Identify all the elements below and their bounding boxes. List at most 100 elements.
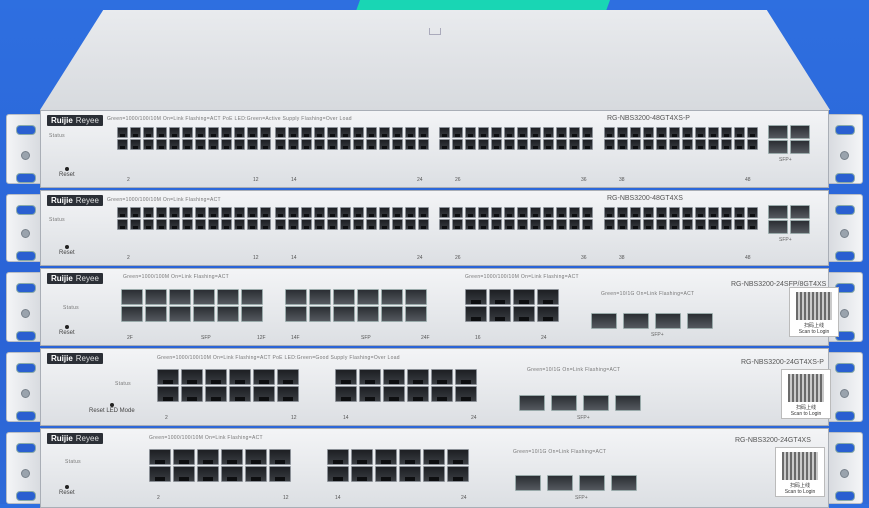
- rj45-port[interactable]: [117, 127, 128, 138]
- rj45-port[interactable]: [221, 207, 232, 218]
- rj45-port[interactable]: [169, 219, 180, 230]
- rj45-port[interactable]: [734, 139, 745, 150]
- rj45-port[interactable]: [208, 127, 219, 138]
- rj45-port[interactable]: [275, 139, 286, 150]
- sfp-port[interactable]: [768, 140, 788, 154]
- rj45-port[interactable]: [288, 207, 299, 218]
- sfp-port[interactable]: [333, 306, 355, 322]
- rj45-port[interactable]: [314, 127, 325, 138]
- rj45-port[interactable]: [439, 127, 450, 138]
- rj45-port[interactable]: [366, 219, 377, 230]
- rj45-port[interactable]: [353, 207, 364, 218]
- rj45-port[interactable]: [156, 207, 167, 218]
- rj45-port[interactable]: [314, 207, 325, 218]
- rj45-port[interactable]: [340, 207, 351, 218]
- rj45-port[interactable]: [695, 139, 706, 150]
- rj45-port[interactable]: [478, 219, 489, 230]
- rj45-port[interactable]: [418, 207, 429, 218]
- rj45-port[interactable]: [288, 139, 299, 150]
- rj45-port[interactable]: [530, 219, 541, 230]
- rj45-port[interactable]: [431, 369, 453, 385]
- sfp-port[interactable]: [309, 289, 331, 305]
- rj45-port[interactable]: [747, 207, 758, 218]
- rj45-port[interactable]: [327, 207, 338, 218]
- rj45-port[interactable]: [117, 139, 128, 150]
- rj45-port[interactable]: [439, 139, 450, 150]
- sfp-port[interactable]: [615, 395, 641, 411]
- rj45-port[interactable]: [351, 449, 373, 465]
- rj45-port[interactable]: [205, 386, 227, 402]
- rj45-port[interactable]: [143, 219, 154, 230]
- sfp-port[interactable]: [169, 306, 191, 322]
- rj45-port[interactable]: [392, 127, 403, 138]
- rj45-port[interactable]: [208, 139, 219, 150]
- sfp-port[interactable]: [357, 289, 379, 305]
- sfp-port[interactable]: [309, 306, 331, 322]
- sfp-port[interactable]: [768, 205, 788, 219]
- sfp-port[interactable]: [357, 306, 379, 322]
- rj45-port[interactable]: [260, 127, 271, 138]
- rj45-port[interactable]: [399, 466, 421, 482]
- rj45-port[interactable]: [195, 139, 206, 150]
- rj45-port[interactable]: [366, 127, 377, 138]
- rj45-port[interactable]: [582, 139, 593, 150]
- rj45-port[interactable]: [327, 127, 338, 138]
- rj45-port[interactable]: [247, 219, 258, 230]
- rj45-port[interactable]: [530, 139, 541, 150]
- rj45-port[interactable]: [253, 369, 275, 385]
- rj45-port[interactable]: [169, 127, 180, 138]
- rj45-port[interactable]: [327, 219, 338, 230]
- rj45-port[interactable]: [465, 139, 476, 150]
- rj45-port[interactable]: [379, 207, 390, 218]
- sfp-port[interactable]: [579, 475, 605, 491]
- rj45-port[interactable]: [288, 219, 299, 230]
- sfp-port[interactable]: [193, 306, 215, 322]
- rj45-port[interactable]: [366, 139, 377, 150]
- rj45-port[interactable]: [556, 139, 567, 150]
- rj45-port[interactable]: [379, 139, 390, 150]
- sfp-port[interactable]: [591, 313, 617, 329]
- rj45-port[interactable]: [392, 219, 403, 230]
- rj45-port[interactable]: [604, 219, 615, 230]
- rj45-port[interactable]: [447, 449, 469, 465]
- rj45-port[interactable]: [221, 139, 232, 150]
- rj45-port[interactable]: [253, 386, 275, 402]
- rj45-port[interactable]: [543, 207, 554, 218]
- rj45-port[interactable]: [423, 466, 445, 482]
- rj45-port[interactable]: [260, 219, 271, 230]
- rj45-port[interactable]: [656, 139, 667, 150]
- rj45-port[interactable]: [182, 139, 193, 150]
- sfp-port[interactable]: [768, 125, 788, 139]
- rj45-port[interactable]: [407, 386, 429, 402]
- rj45-port[interactable]: [234, 139, 245, 150]
- rj45-port[interactable]: [556, 127, 567, 138]
- rj45-port[interactable]: [465, 127, 476, 138]
- rj45-port[interactable]: [366, 207, 377, 218]
- rj45-port[interactable]: [431, 386, 453, 402]
- rj45-port[interactable]: [452, 139, 463, 150]
- rj45-port[interactable]: [143, 127, 154, 138]
- rj45-port[interactable]: [208, 219, 219, 230]
- sfp-port[interactable]: [241, 306, 263, 322]
- rj45-port[interactable]: [656, 127, 667, 138]
- sfp-port[interactable]: [790, 205, 810, 219]
- rj45-port[interactable]: [327, 139, 338, 150]
- rj45-port[interactable]: [399, 449, 421, 465]
- rj45-port[interactable]: [695, 219, 706, 230]
- rj45-port[interactable]: [656, 207, 667, 218]
- rj45-port[interactable]: [491, 127, 502, 138]
- rj45-port[interactable]: [747, 219, 758, 230]
- sfp-port[interactable]: [333, 289, 355, 305]
- rj45-port[interactable]: [275, 207, 286, 218]
- rj45-port[interactable]: [582, 127, 593, 138]
- rj45-port[interactable]: [195, 219, 206, 230]
- rj45-port[interactable]: [182, 127, 193, 138]
- rj45-port[interactable]: [617, 139, 628, 150]
- rj45-port[interactable]: [569, 219, 580, 230]
- sfp-port[interactable]: [519, 395, 545, 411]
- rj45-port[interactable]: [245, 466, 267, 482]
- rj45-port[interactable]: [617, 207, 628, 218]
- rj45-port[interactable]: [234, 219, 245, 230]
- sfp-port[interactable]: [768, 220, 788, 234]
- rj45-port[interactable]: [478, 139, 489, 150]
